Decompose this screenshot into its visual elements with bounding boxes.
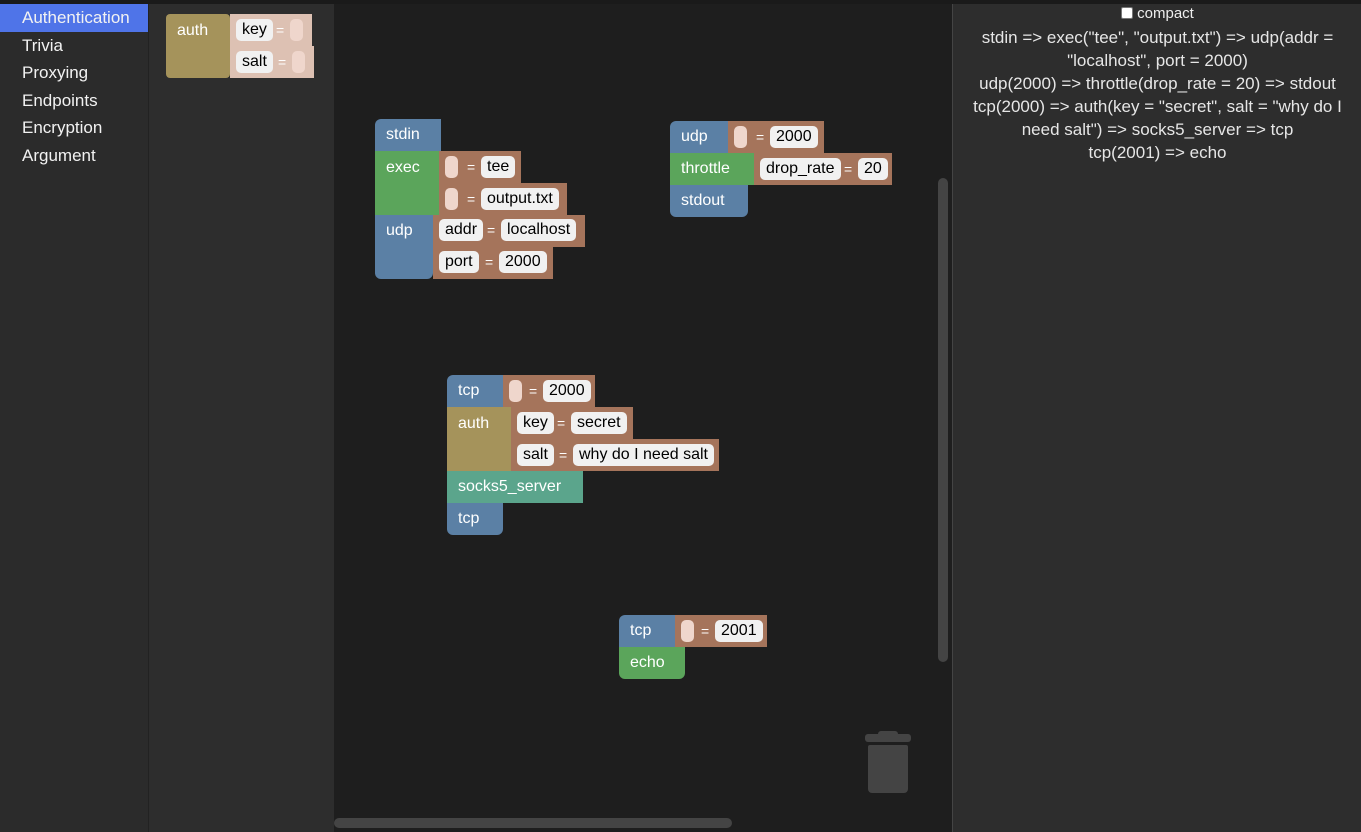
trash-icon[interactable] [864, 731, 912, 793]
tcp-block[interactable]: tcp = 2000 [447, 375, 597, 407]
category-trivia[interactable]: Trivia [0, 32, 148, 60]
auth-key-eq: = [557, 415, 566, 431]
code-line: tcp(2000) => auth(key = "secret", salt =… [973, 97, 1342, 139]
blocks-workspace[interactable]: stdin exec = tee = output.txt udp addr =… [334, 4, 952, 832]
category-endpoints[interactable]: Endpoints [0, 87, 148, 115]
auth-label: auth [458, 415, 490, 432]
tcp-value[interactable]: 2000 [543, 380, 591, 402]
udp-addr-value[interactable]: localhost [501, 219, 577, 241]
tcp2-block[interactable]: tcp = 2001 [619, 615, 769, 647]
toolbox-flyout: auth key = salt = [149, 4, 334, 832]
auth-salt-key[interactable]: salt [517, 444, 554, 466]
flyout-auth-label: auth [177, 22, 209, 39]
tcp2-value[interactable]: 2001 [715, 620, 763, 642]
category-argument[interactable]: Argument [0, 142, 148, 170]
tcp-output-label: tcp [458, 510, 480, 527]
echo-label: echo [630, 654, 665, 671]
toolbox-sidebar: Authentication Trivia Proxying Endpoints… [0, 4, 149, 832]
tcp-key[interactable] [509, 380, 522, 402]
exec-arg1-key[interactable] [445, 156, 458, 178]
auth-salt-value[interactable]: why do I need salt [573, 444, 714, 466]
udp-port-key[interactable]: port [439, 251, 479, 273]
udp-block[interactable]: udp addr = localhost port = 2000 [375, 215, 587, 279]
code-line: stdin => exec("tee", "output.txt") => ud… [981, 28, 1334, 70]
exec-block[interactable]: exec = tee = output.txt [375, 151, 569, 215]
tcp2-key[interactable] [681, 620, 694, 642]
socks5-server-label: socks5_server [458, 478, 562, 495]
stdin-label: stdin [386, 126, 420, 143]
exec-arg1-eq: = [467, 159, 476, 175]
flyout-key-field[interactable]: key [236, 19, 273, 41]
tcp2-label: tcp [630, 622, 652, 639]
udp2-value[interactable]: 2000 [770, 126, 818, 148]
drop-rate-value[interactable]: 20 [858, 158, 888, 180]
drop-rate-key[interactable]: drop_rate [760, 158, 841, 180]
exec-label: exec [386, 159, 420, 176]
throttle-block[interactable]: throttle drop_rate = 20 [670, 153, 894, 185]
exec-arg1-value[interactable]: tee [481, 156, 516, 178]
tcp-output-block[interactable]: tcp [447, 503, 503, 535]
throttle-label: throttle [681, 160, 730, 177]
udp-port-value[interactable]: 2000 [499, 251, 547, 273]
stdout-block[interactable]: stdout [670, 185, 748, 217]
code-output-panel: compact stdin => exec("tee", "output.txt… [952, 4, 1361, 832]
category-proxying[interactable]: Proxying [0, 59, 148, 87]
udp-label: udp [386, 222, 413, 239]
workspace-horizontal-scrollbar[interactable] [334, 818, 732, 828]
auth-key-value[interactable]: secret [571, 412, 627, 434]
flyout-salt-value[interactable] [292, 51, 305, 73]
drop-rate-eq: = [844, 161, 853, 177]
auth-salt-eq: = [559, 447, 568, 463]
flyout-auth-block[interactable]: auth key = salt = [166, 14, 316, 78]
compact-toggle[interactable]: compact [953, 4, 1361, 22]
flyout-key-value[interactable] [290, 19, 303, 41]
udp-port-eq: = [485, 254, 494, 270]
auth-key-key[interactable]: key [517, 412, 554, 434]
tcp2-eq: = [701, 623, 710, 639]
stdin-block[interactable]: stdin [375, 119, 441, 151]
category-encryption[interactable]: Encryption [0, 114, 148, 142]
code-line: tcp(2001) => echo [1088, 143, 1227, 162]
generated-code: stdin => exec("tee", "output.txt") => ud… [963, 26, 1352, 164]
udp2-eq: = [756, 129, 765, 145]
tcp-eq: = [529, 383, 538, 399]
exec-arg2-key[interactable] [445, 188, 458, 210]
flyout-salt-field[interactable]: salt [236, 51, 273, 73]
auth-block[interactable]: auth key = secret salt = why do I need s… [447, 407, 721, 471]
exec-arg2-eq: = [467, 191, 476, 207]
udp2-block[interactable]: udp = 2000 [670, 121, 826, 153]
flyout-key-eq: = [276, 22, 285, 38]
compact-checkbox[interactable] [1121, 7, 1134, 19]
udp-addr-key[interactable]: addr [439, 219, 484, 241]
udp-addr-eq: = [487, 222, 496, 238]
udp2-label: udp [681, 128, 708, 145]
exec-arg2-value[interactable]: output.txt [481, 188, 559, 210]
category-authentication[interactable]: Authentication [0, 4, 148, 32]
echo-block[interactable]: echo [619, 647, 685, 679]
udp2-key[interactable] [734, 126, 747, 148]
socks5-server-block[interactable]: socks5_server [447, 471, 583, 503]
code-line: udp(2000) => throttle(drop_rate = 20) =>… [979, 74, 1336, 93]
workspace-vertical-scrollbar[interactable] [938, 178, 948, 662]
flyout-salt-eq: = [278, 54, 287, 70]
stdout-label: stdout [681, 192, 725, 209]
compact-label: compact [1137, 5, 1194, 22]
tcp-label: tcp [458, 382, 480, 399]
